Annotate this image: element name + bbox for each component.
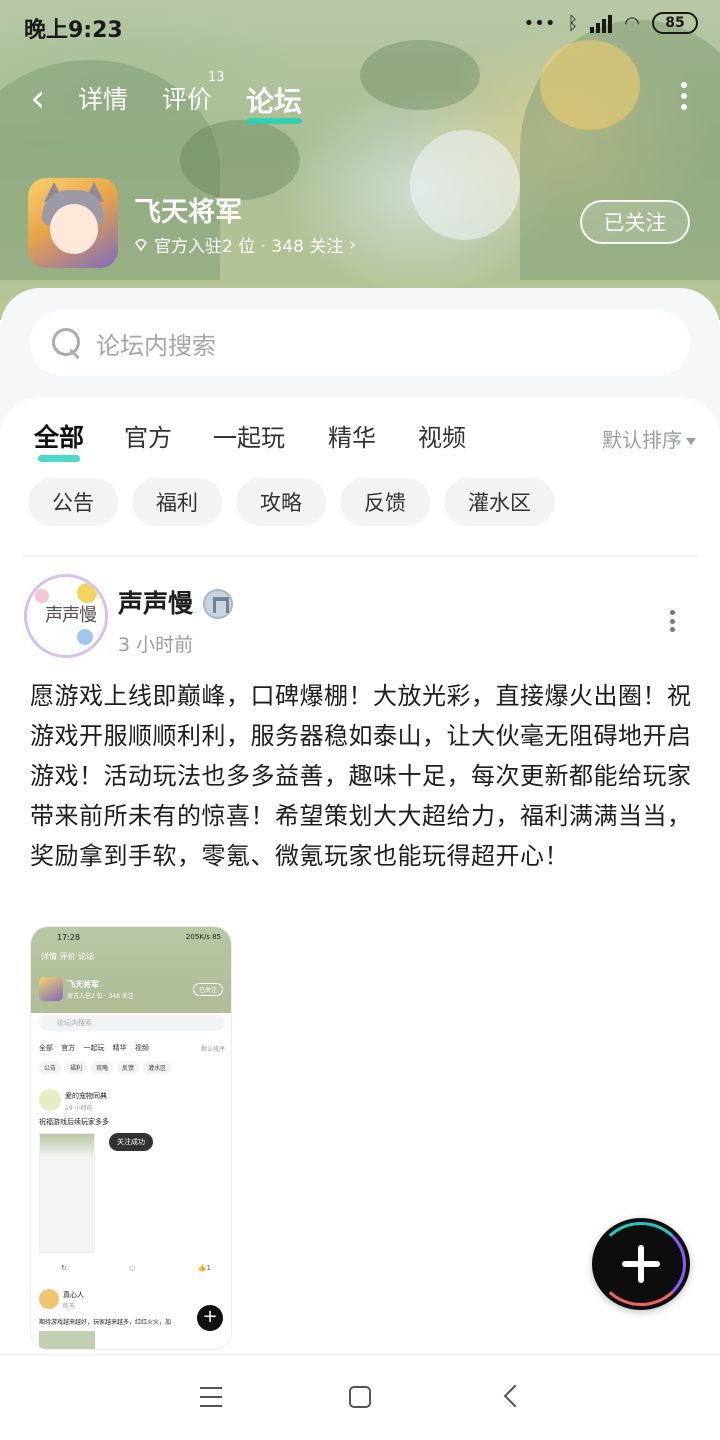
more-menu-icon[interactable] — [678, 82, 690, 110]
chip-guides[interactable]: 攻略 — [236, 478, 326, 526]
shot-time: 17:28 — [57, 933, 81, 942]
tab-forum[interactable]: 论坛 — [246, 80, 303, 124]
wifi-icon: ◠ — [624, 12, 640, 34]
verified-badge-icon — [203, 589, 233, 619]
shot-actions: ↻ ◌ 👍1 — [61, 1264, 211, 1272]
reviews-count-badge: 13 — [208, 70, 225, 85]
tab-details[interactable]: 详情 — [78, 80, 128, 116]
shot-search: 论坛内搜索 — [39, 1015, 225, 1031]
avatar-text: 声声慢 — [45, 605, 97, 626]
game-meta-link[interactable]: 官方入驻2 位 · 348 关注 › — [134, 232, 356, 257]
fox-character-art — [410, 130, 520, 240]
like-icon: 👍1 — [197, 1264, 211, 1272]
follow-button[interactable]: 已关注 — [580, 200, 690, 244]
sort-dropdown[interactable]: 默认排序 — [602, 424, 696, 453]
create-post-button[interactable] — [592, 1218, 690, 1310]
top-nav: ‹ 详情 评价 13 论坛 — [0, 70, 720, 130]
shot-plus-icon: + — [197, 1305, 223, 1331]
shot-game-icon — [39, 977, 63, 1001]
shot-post-image — [39, 1133, 95, 1253]
back-icon[interactable]: ‹ — [30, 78, 60, 118]
post-more-icon[interactable] — [668, 610, 676, 632]
game-meta-text: 官方入驻2 位 · 348 关注 — [154, 237, 344, 257]
tree-art — [180, 120, 300, 200]
shot-post-text: 期待游戏越来越好，玩家越来越多，红红火火，加 — [39, 1319, 172, 1326]
category-chips: 公告 福利 攻略 反馈 灌水区 — [28, 478, 555, 526]
system-back-icon[interactable] — [503, 1385, 519, 1409]
post-image[interactable]: 17:28 205K/s 85 详情 评价 论坛 飞天将军 官方入驻2 位 · … — [30, 926, 232, 1350]
battery-level: 85 — [665, 15, 685, 31]
post-time: 3 小时前 — [118, 634, 194, 656]
status-time: 晚上9:23 — [24, 18, 123, 43]
shot-avatar — [39, 1289, 59, 1309]
shot-post-author: 爱的宠物同典 — [65, 1092, 107, 1100]
shot-toast: 关注成功 — [109, 1133, 153, 1151]
shot-chip: 反馈 — [117, 1061, 140, 1074]
post-text[interactable]: 愿游戏上线即巅峰，口碑爆棚！大放光彩，直接爆火出圈！祝游戏开服顺顺利利，服务器稳… — [30, 676, 696, 876]
shot-follow: 已关注 — [192, 983, 223, 996]
caret-down-icon — [686, 438, 696, 445]
divider — [22, 555, 698, 557]
avatar[interactable]: 声声慢 — [24, 574, 108, 658]
chip-feedback[interactable]: 反馈 — [340, 478, 430, 526]
tab-video[interactable]: 视频 — [418, 418, 466, 453]
shot-chips: 公告 福利 攻略 反馈 灌水区 — [39, 1061, 172, 1074]
tab-play-together[interactable]: 一起玩 — [213, 418, 285, 453]
menu-icon[interactable] — [200, 1387, 222, 1407]
bluetooth-icon: ᛒ — [567, 12, 579, 34]
tab-all[interactable]: 全部 — [34, 418, 84, 462]
dots-icon: ••• — [523, 12, 556, 34]
shot-post-time: 19 小时前 — [65, 1105, 93, 1112]
shot-chip: 灌水区 — [143, 1061, 172, 1074]
chip-chat[interactable]: 灌水区 — [444, 478, 555, 526]
shot-post-time: 昨天 — [63, 1303, 76, 1310]
diamond-icon — [134, 238, 148, 251]
shot-post-image — [39, 1331, 95, 1349]
sort-label: 默认排序 — [602, 428, 682, 452]
search-icon — [50, 326, 84, 360]
shot-nav: 详情 评价 论坛 — [41, 952, 95, 961]
shot-like-count: 1 — [206, 1264, 211, 1272]
shot-chip: 攻略 — [91, 1061, 114, 1074]
shot-avatar — [39, 1089, 61, 1111]
shot-chip: 福利 — [65, 1061, 88, 1074]
post-author[interactable]: 声声慢 — [118, 584, 193, 620]
shot-post-author: 真心人 — [63, 1291, 84, 1299]
search-placeholder: 论坛内搜索 — [96, 331, 216, 360]
game-title: 飞天将军 — [134, 197, 242, 228]
shot-sort: 默认排序 — [200, 1046, 225, 1053]
shot-status: 205K/s 85 — [185, 933, 221, 941]
tab-official[interactable]: 官方 — [124, 418, 172, 453]
search-input[interactable]: 论坛内搜索 — [30, 310, 690, 376]
status-bar: 晚上9:23 ••• ᛒ ◠ 85 — [0, 0, 720, 52]
forum-content: 全部 官方 一起玩 精华 视频 默认排序 公告 福利 攻略 反馈 灌水区 声声慢… — [0, 398, 720, 1358]
battery-icon: 85 — [652, 12, 698, 34]
system-nav-bar — [0, 1354, 720, 1440]
shot-post-text: 祝福游戏后续玩家多多 — [39, 1118, 109, 1126]
plus-icon — [638, 1245, 644, 1283]
hd-signal-icon — [590, 13, 613, 33]
chevron-right-icon: › — [349, 234, 357, 255]
comment-icon: ◌ — [129, 1264, 136, 1272]
shot-meta: 官方入驻2 位 · 348 关注 — [67, 993, 134, 1000]
game-app-icon[interactable] — [28, 178, 118, 268]
shot-chip: 公告 — [39, 1061, 62, 1074]
share-icon: ↻ — [61, 1264, 67, 1272]
tab-featured[interactable]: 精华 — [328, 418, 376, 453]
home-icon[interactable] — [349, 1386, 371, 1408]
chip-announcement[interactable]: 公告 — [28, 478, 118, 526]
shot-tabs: 全部 官方 一起玩 精华 视频 — [39, 1044, 149, 1052]
shot-title: 飞天将军 — [67, 980, 99, 989]
status-icons: ••• ᛒ ◠ 85 — [524, 12, 698, 34]
chip-benefits[interactable]: 福利 — [132, 478, 222, 526]
tab-reviews[interactable]: 评价 — [162, 80, 212, 116]
